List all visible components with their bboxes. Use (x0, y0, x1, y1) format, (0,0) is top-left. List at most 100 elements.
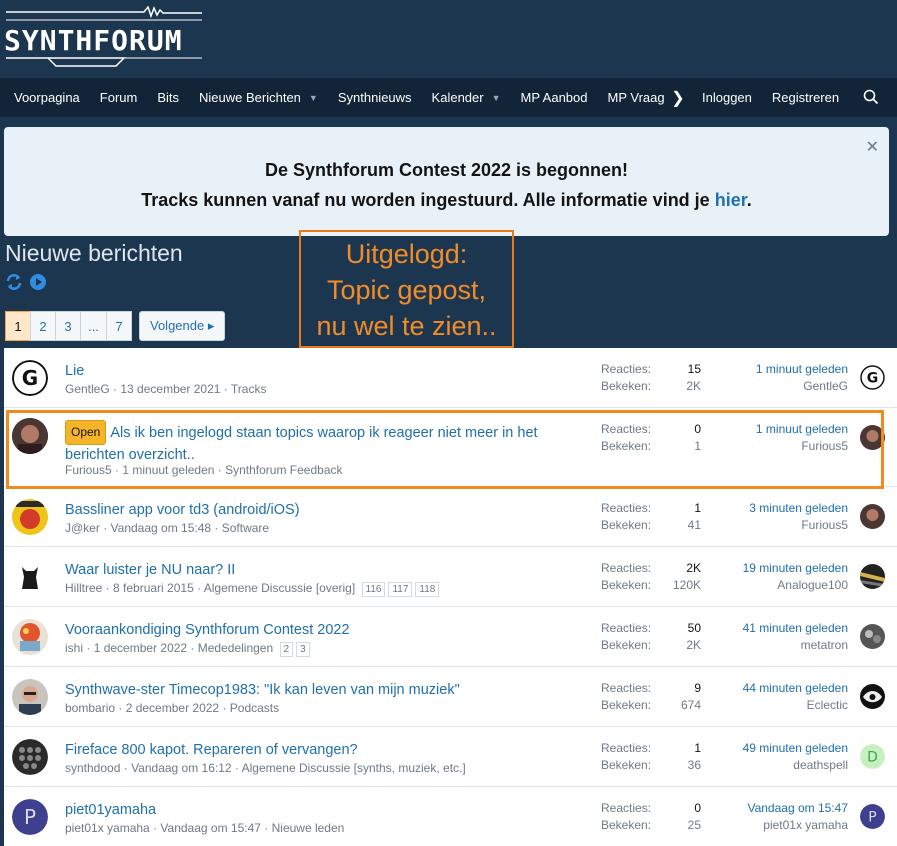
next-page-button[interactable]: Volgende ▸ (139, 311, 226, 341)
last-post-author[interactable]: Furious5 (756, 438, 848, 455)
avatar[interactable] (12, 559, 48, 595)
last-post-time[interactable]: Vandaag om 15:47 (747, 800, 848, 817)
thread-title[interactable]: Open Als ik ben ingelogd staan topics waa… (65, 420, 565, 466)
author-link[interactable]: J@ker (65, 521, 100, 535)
nav-mp-vraag[interactable]: MP Vraag (598, 78, 669, 117)
nav-synthnieuws[interactable]: Synthnieuws (328, 78, 422, 117)
last-post-avatar[interactable]: G (860, 365, 885, 390)
nav-kalender[interactable]: Kalender ▼ (422, 78, 511, 117)
forum-link[interactable]: Algemene Discussie [overig] (204, 581, 355, 595)
avatar[interactable] (12, 499, 48, 535)
views-label: Bekeken: (601, 439, 652, 453)
thread-page-link[interactable]: 117 (388, 582, 413, 597)
last-post-avatar[interactable] (860, 684, 885, 709)
close-icon[interactable]: ✕ (866, 137, 879, 157)
avatar[interactable]: G (12, 360, 48, 396)
forum-link[interactable]: Nieuwe leden (272, 821, 345, 835)
chevron-down-icon[interactable]: ▼ (309, 93, 318, 103)
last-post-avatar[interactable] (860, 624, 885, 649)
thread-row[interactable]: Fireface 800 kapot. Repareren of vervang… (4, 727, 897, 787)
thread-title[interactable]: Lie (65, 361, 565, 382)
avatar[interactable] (12, 619, 48, 655)
last-post-time[interactable]: 1 minuut geleden (756, 421, 848, 438)
last-post-author[interactable]: Eclectic (743, 697, 848, 714)
avatar[interactable] (12, 679, 48, 715)
author-link[interactable]: Hilltree (65, 581, 102, 595)
thread-title[interactable]: piet01yamaha (65, 800, 565, 821)
forum-link[interactable]: Mededelingen (198, 641, 273, 655)
avatar[interactable]: P (12, 799, 48, 835)
last-post-author[interactable]: Furious5 (749, 517, 848, 534)
last-post-avatar[interactable] (860, 425, 885, 450)
page-1[interactable]: 1 (5, 311, 31, 341)
annotation-line: Uitgelogd: (345, 239, 468, 269)
last-post-author[interactable]: piet01x yamaha (747, 817, 848, 834)
author-link[interactable]: bombario (65, 701, 115, 715)
forum-link[interactable]: Algemene Discussie [synths, muziek, etc.… (242, 761, 466, 775)
thread-page-link[interactable]: 3 (296, 642, 310, 657)
last-post-avatar[interactable] (860, 564, 885, 589)
thread-page-link[interactable]: 2 (279, 642, 294, 657)
last-post-time[interactable]: 49 minuten geleden (743, 740, 848, 757)
refresh-icon[interactable] (5, 273, 23, 291)
thread-title[interactable]: Synthwave-ster Timecop1983: "Ik kan leve… (65, 680, 565, 701)
page-2[interactable]: 2 (30, 311, 56, 341)
nav-forum[interactable]: Forum (90, 78, 148, 117)
author-link[interactable]: ishi (65, 641, 83, 655)
login-link[interactable]: Inloggen (692, 78, 762, 117)
last-post-author[interactable]: GentleG (756, 378, 848, 395)
thread-row[interactable]: Bassliner app voor td3 (android/iOS) J@k… (4, 487, 897, 547)
chevron-right-icon[interactable]: ❯ (668, 88, 688, 108)
last-post-time[interactable]: 41 minuten geleden (743, 620, 848, 637)
author-link[interactable]: Furious5 (65, 463, 112, 477)
thread-row[interactable]: Vooraankondiging Synthforum Contest 2022… (4, 607, 897, 667)
thread-row[interactable]: P piet01yamaha piet01x yamaha · Vandaag … (4, 787, 897, 846)
last-post-author[interactable]: metatron (743, 637, 848, 654)
forum-link[interactable]: Synthforum Feedback (225, 463, 342, 477)
annotation-line: Topic gepost, (326, 275, 487, 305)
play-icon[interactable] (29, 273, 47, 291)
forum-link[interactable]: Tracks (231, 382, 267, 396)
last-post-time[interactable]: 1 minuut geleden (756, 361, 848, 378)
author-link[interactable]: GentleG (65, 382, 110, 396)
nav-mp-aanbod[interactable]: MP Aanbod (511, 78, 598, 117)
thread-title[interactable]: Bassliner app voor td3 (android/iOS) (65, 500, 565, 521)
forum-link[interactable]: Software (222, 521, 269, 535)
thread-title[interactable]: Waar luister je NU naar? II (65, 560, 565, 581)
nav-voorpagina[interactable]: Voorpagina (4, 78, 90, 117)
thread-title[interactable]: Fireface 800 kapot. Repareren of vervang… (65, 740, 565, 761)
last-post-time[interactable]: 3 minuten geleden (749, 500, 848, 517)
forum-link[interactable]: Podcasts (230, 701, 279, 715)
last-post-time[interactable]: 44 minuten geleden (743, 680, 848, 697)
avatar[interactable] (12, 418, 48, 454)
author-link[interactable]: piet01x yamaha (65, 821, 150, 835)
thread-row[interactable]: Waar luister je NU naar? II Hilltree · 8… (4, 547, 897, 607)
thread-row[interactable]: G Lie GentleG · 13 december 2021 · Track… (4, 348, 897, 408)
notice-link[interactable]: hier (715, 190, 747, 210)
last-post-time[interactable]: 19 minuten geleden (743, 560, 848, 577)
page-3[interactable]: 3 (55, 311, 81, 341)
thread-row[interactable]: Synthwave-ster Timecop1983: "Ik kan leve… (4, 667, 897, 727)
chevron-down-icon[interactable]: ▼ (492, 93, 501, 103)
last-post-author[interactable]: deathspell (743, 757, 848, 774)
avatar[interactable] (12, 739, 48, 775)
status-badge[interactable]: Open (65, 420, 107, 445)
page-ellipsis[interactable]: ... (80, 311, 107, 341)
nav-nieuwe-berichten[interactable]: Nieuwe Berichten ▼ (189, 78, 328, 117)
last-post-avatar[interactable]: D (860, 744, 885, 769)
thread-title-text[interactable]: Als ik ben ingelogd staan topics waarop … (65, 425, 538, 463)
last-post-avatar[interactable]: P (860, 804, 885, 829)
search-icon[interactable] (863, 89, 879, 105)
thread-page-link[interactable]: 118 (415, 582, 440, 597)
last-post-avatar[interactable] (860, 504, 885, 529)
thread-page-link[interactable]: 116 (361, 582, 386, 597)
thread-stats: Reacties: 9 Bekeken: 674 (601, 680, 701, 714)
thread-row[interactable]: Open Als ik ben ingelogd staan topics waa… (4, 408, 897, 487)
nav-bits[interactable]: Bits (147, 78, 189, 117)
author-link[interactable]: synthdood (65, 761, 120, 775)
thread-title[interactable]: Vooraankondiging Synthforum Contest 2022 (65, 620, 565, 641)
site-logo[interactable]: SYNTHFORUM (4, 5, 204, 72)
page-7[interactable]: 7 (106, 311, 132, 341)
register-link[interactable]: Registreren (762, 78, 849, 117)
last-post-author[interactable]: Analogue100 (743, 577, 848, 594)
